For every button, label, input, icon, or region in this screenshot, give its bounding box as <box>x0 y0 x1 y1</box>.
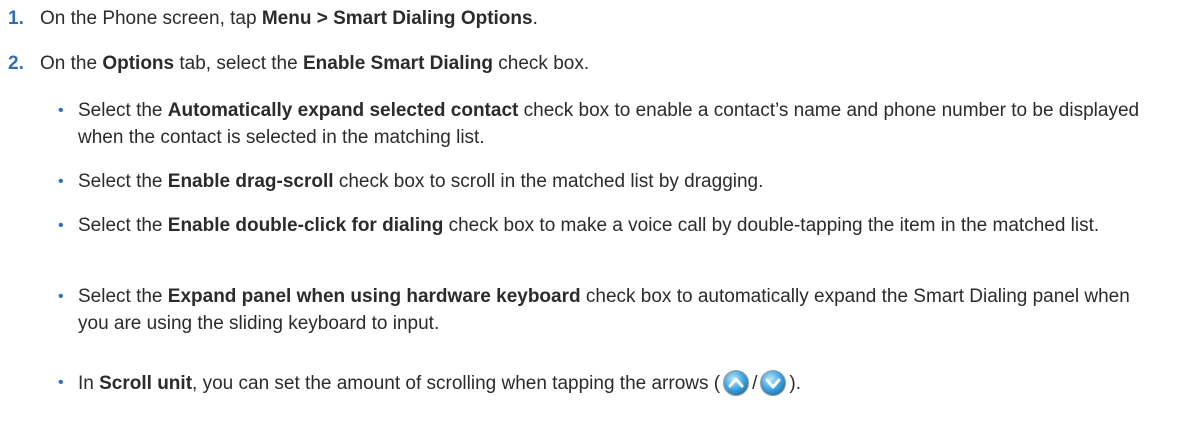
step-bold-text: Menu > Smart Dialing Options <box>261 8 533 29</box>
icon-separator: / <box>752 373 758 394</box>
document-page: 1. On the Phone screen, tap Menu > Smart … <box>0 0 1185 426</box>
step-text-end: . <box>532 8 538 29</box>
bullet-glyph: • <box>58 217 64 234</box>
bullet-text: Select the <box>78 100 168 121</box>
bullet-glyph: • <box>58 288 64 305</box>
bullet-text-mid: , you can set the amount of scrolling wh… <box>192 373 721 394</box>
bullet-text-end: check box to make a voice call by double… <box>443 215 1100 236</box>
step-text-end: check box. <box>493 53 590 74</box>
step-2: 2. On the Options tab, select the Enable … <box>8 51 589 77</box>
bullet-bold-text: Enable drag-scroll <box>167 171 334 192</box>
list-item: • Select the Enable drag-scroll check bo… <box>58 168 1158 195</box>
bullet-text: In <box>78 373 100 394</box>
bullet-bold-text: Scroll unit <box>99 373 193 394</box>
step-number: 2. <box>8 53 24 74</box>
step-text: On the Phone screen, tap <box>40 8 262 29</box>
bullet-text: Select the <box>78 286 168 307</box>
bullet-glyph: • <box>58 374 64 391</box>
step-1: 1. On the Phone screen, tap Menu > Smart … <box>8 6 538 32</box>
bullet-bold-text: Enable double-click for dialing <box>167 215 444 236</box>
scroll-down-arrow-icon <box>759 369 787 397</box>
bullet-glyph: • <box>58 102 64 119</box>
scroll-up-arrow-icon <box>722 369 750 397</box>
step-bold-text: Enable Smart Dialing <box>302 53 494 74</box>
bullet-glyph: • <box>58 173 64 190</box>
list-item: • Select the Expand panel when using har… <box>58 283 1158 337</box>
bullet-text-end: check box to scroll in the matched list … <box>333 171 764 192</box>
bullet-text: Select the <box>78 215 168 236</box>
step-bold-text: Options <box>102 53 175 74</box>
step-text: On the <box>40 53 103 74</box>
bullet-bold-text: Expand panel when using hardware keyboar… <box>167 286 581 307</box>
list-item: • Select the Automatically expand select… <box>58 97 1158 151</box>
list-item: • In Scroll unit, you can set the amount… <box>58 369 1158 397</box>
step-number: 1. <box>8 8 24 29</box>
list-item: • Select the Enable double-click for dia… <box>58 212 1158 239</box>
step-text-mid: tab, select the <box>174 53 303 74</box>
bullet-bold-text: Automatically expand selected contact <box>167 100 519 121</box>
bullet-text: Select the <box>78 171 168 192</box>
bullet-text-end: ). <box>789 373 801 394</box>
